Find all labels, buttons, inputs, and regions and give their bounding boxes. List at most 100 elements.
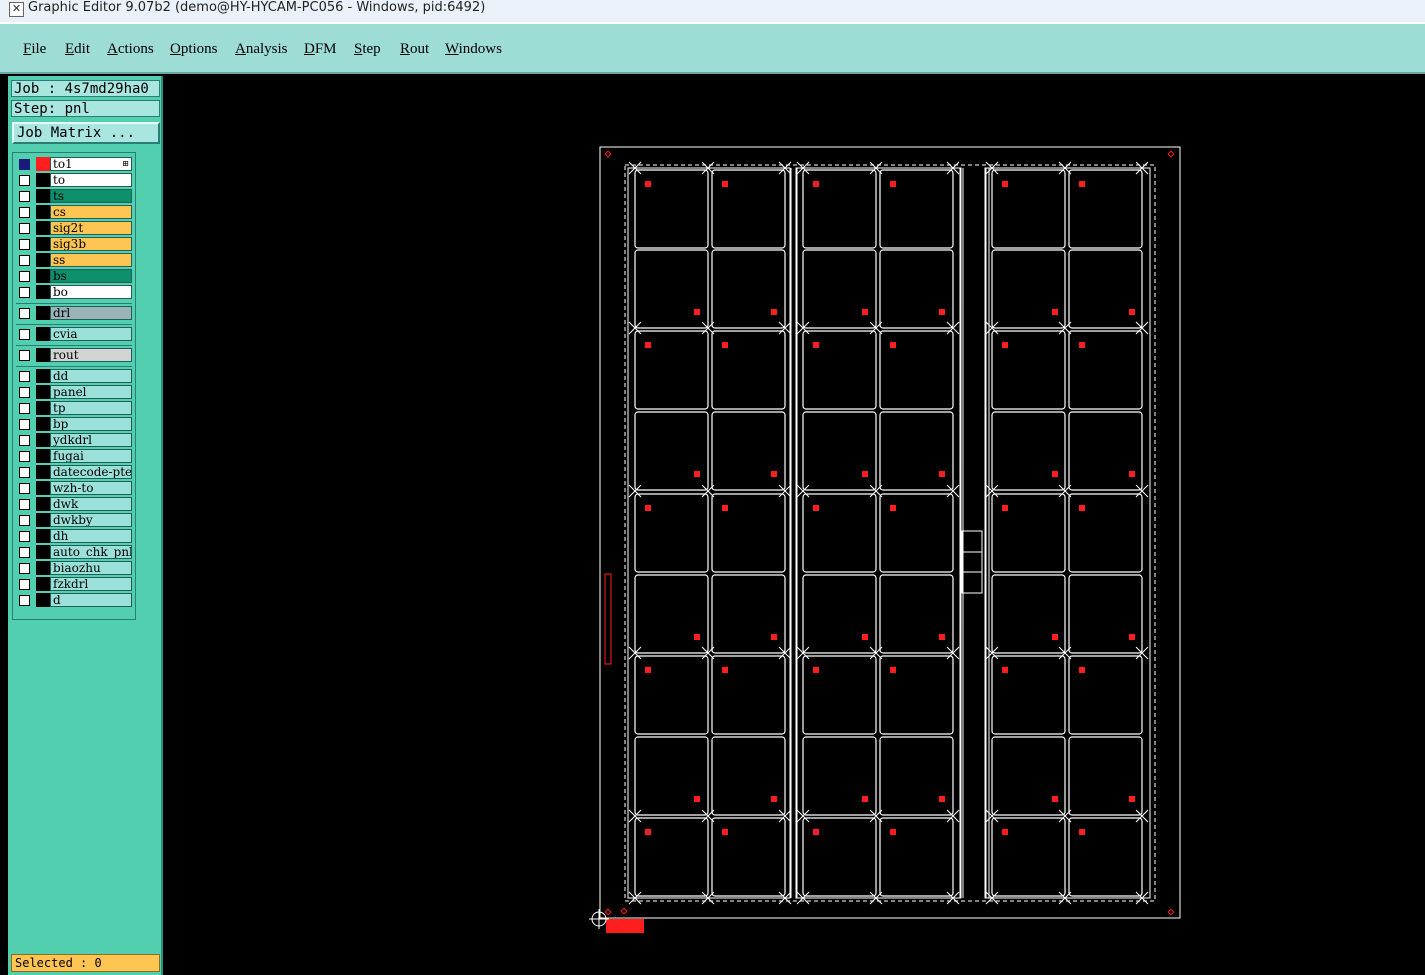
layer-row-datecode-pte[interactable]: datecode-pte bbox=[16, 465, 132, 480]
layer-color-swatch[interactable] bbox=[36, 449, 50, 463]
layer-checkbox[interactable] bbox=[19, 419, 30, 430]
layer-checkbox[interactable] bbox=[19, 467, 30, 478]
layer-checkbox[interactable] bbox=[19, 595, 30, 606]
layer-name[interactable]: bo bbox=[50, 285, 132, 299]
layer-row-wzh-to[interactable]: wzh-to bbox=[16, 481, 132, 496]
layer-name[interactable]: fzkdrl bbox=[50, 577, 132, 591]
layer-row-dd[interactable]: dd bbox=[16, 369, 132, 384]
layer-color-swatch[interactable] bbox=[36, 401, 50, 415]
layer-checkbox[interactable] bbox=[19, 483, 30, 494]
layer-color-swatch[interactable] bbox=[36, 205, 50, 219]
layer-row-dwkby[interactable]: dwkby bbox=[16, 513, 132, 528]
layer-checkbox[interactable] bbox=[19, 350, 30, 361]
layer-checkbox[interactable] bbox=[19, 515, 30, 526]
layer-name[interactable]: ss bbox=[50, 253, 132, 267]
layer-row-bp[interactable]: bp bbox=[16, 417, 132, 432]
layer-name[interactable]: d bbox=[50, 593, 132, 607]
layer-color-swatch[interactable] bbox=[36, 465, 50, 479]
layer-color-swatch[interactable] bbox=[36, 497, 50, 511]
layer-name[interactable]: wzh-to bbox=[50, 481, 132, 495]
layer-name[interactable]: datecode-pte bbox=[50, 465, 132, 479]
layer-checkbox[interactable] bbox=[19, 271, 30, 282]
layer-name[interactable]: biaozhu bbox=[50, 561, 132, 575]
layer-row-to1[interactable]: to1 ⊞ bbox=[16, 157, 132, 172]
layer-row-bo[interactable]: bo bbox=[16, 285, 132, 300]
layer-name[interactable]: to bbox=[50, 173, 132, 187]
layer-checkbox[interactable] bbox=[19, 175, 30, 186]
layer-color-swatch[interactable] bbox=[36, 385, 50, 399]
menu-analysis[interactable]: Analysis bbox=[235, 41, 288, 58]
layer-row-drl[interactable]: drl bbox=[16, 306, 132, 321]
layer-color-swatch[interactable] bbox=[36, 561, 50, 575]
graphics-canvas[interactable] bbox=[163, 76, 1425, 975]
layer-color-swatch[interactable] bbox=[36, 433, 50, 447]
layer-row-bs[interactable]: bs bbox=[16, 269, 132, 284]
job-matrix-button[interactable]: Job Matrix ... bbox=[12, 122, 160, 144]
layer-name[interactable]: panel bbox=[50, 385, 132, 399]
layer-checkbox[interactable] bbox=[19, 255, 30, 266]
layer-name[interactable]: rout bbox=[50, 348, 132, 362]
layer-checkbox[interactable] bbox=[19, 287, 30, 298]
layer-row-panel[interactable]: panel bbox=[16, 385, 132, 400]
layer-color-swatch[interactable] bbox=[36, 417, 50, 431]
layer-name[interactable]: ydkdrl bbox=[50, 433, 132, 447]
expand-icon[interactable]: ⊞ bbox=[122, 158, 129, 170]
layer-checkbox[interactable] bbox=[19, 579, 30, 590]
layer-checkbox[interactable] bbox=[19, 207, 30, 218]
layer-color-swatch[interactable] bbox=[36, 369, 50, 383]
layer-row-to[interactable]: to bbox=[16, 173, 132, 188]
layer-name[interactable]: fugai bbox=[50, 449, 132, 463]
layer-checkbox[interactable] bbox=[19, 499, 30, 510]
layer-color-swatch[interactable] bbox=[36, 513, 50, 527]
layer-color-swatch[interactable] bbox=[36, 593, 50, 607]
layer-row-biaozhu[interactable]: biaozhu bbox=[16, 561, 132, 576]
layer-color-swatch[interactable] bbox=[36, 348, 50, 362]
layer-color-swatch[interactable] bbox=[36, 285, 50, 299]
layer-color-swatch[interactable] bbox=[36, 157, 50, 171]
layer-color-swatch[interactable] bbox=[36, 529, 50, 543]
layer-row-fzkdrl[interactable]: fzkdrl bbox=[16, 577, 132, 592]
layer-row-rout[interactable]: rout bbox=[16, 348, 132, 363]
layer-row-dwk[interactable]: dwk bbox=[16, 497, 132, 512]
app-icon[interactable]: ✕ bbox=[9, 2, 24, 17]
layer-checkbox[interactable] bbox=[19, 531, 30, 542]
layer-checkbox[interactable] bbox=[19, 223, 30, 234]
layer-row-ydkdrl[interactable]: ydkdrl bbox=[16, 433, 132, 448]
layer-checkbox[interactable] bbox=[19, 435, 30, 446]
layer-color-swatch[interactable] bbox=[36, 221, 50, 235]
layer-checkbox[interactable] bbox=[19, 403, 30, 414]
menu-windows[interactable]: Windows bbox=[445, 41, 502, 58]
layer-color-swatch[interactable] bbox=[36, 577, 50, 591]
layer-color-swatch[interactable] bbox=[36, 327, 50, 341]
layer-name[interactable]: tp bbox=[50, 401, 132, 415]
layer-color-swatch[interactable] bbox=[36, 253, 50, 267]
menu-dfm[interactable]: DFM bbox=[304, 41, 337, 58]
menu-file[interactable]: File bbox=[23, 41, 46, 58]
layer-name[interactable]: dwkby bbox=[50, 513, 132, 527]
layer-name[interactable]: drl bbox=[50, 306, 132, 320]
menu-options[interactable]: Options bbox=[170, 41, 218, 58]
panel-drawing[interactable] bbox=[163, 76, 1425, 975]
layer-row-sig2t[interactable]: sig2t bbox=[16, 221, 132, 236]
layer-checkbox[interactable] bbox=[19, 547, 30, 558]
layer-name[interactable]: dd bbox=[50, 369, 132, 383]
layer-name[interactable]: dh bbox=[50, 529, 132, 543]
layer-checkbox[interactable] bbox=[19, 563, 30, 574]
layer-checkbox[interactable] bbox=[19, 451, 30, 462]
layer-checkbox[interactable] bbox=[19, 239, 30, 250]
layer-name[interactable]: to1 ⊞ bbox=[50, 157, 132, 171]
layer-name[interactable]: bs bbox=[50, 269, 132, 283]
layer-row-sig3b[interactable]: sig3b bbox=[16, 237, 132, 252]
menu-edit[interactable]: Edit bbox=[65, 41, 90, 58]
layer-color-swatch[interactable] bbox=[36, 545, 50, 559]
layer-checkbox[interactable] bbox=[19, 371, 30, 382]
layer-name[interactable]: dwk bbox=[50, 497, 132, 511]
layer-color-swatch[interactable] bbox=[36, 237, 50, 251]
layer-checkbox[interactable] bbox=[19, 387, 30, 398]
layer-row-ss[interactable]: ss bbox=[16, 253, 132, 268]
layer-row-auto_chk_pnl[interactable]: auto_chk_pnl bbox=[16, 545, 132, 560]
layer-row-fugai[interactable]: fugai bbox=[16, 449, 132, 464]
menu-actions[interactable]: Actions bbox=[107, 41, 154, 58]
menu-step[interactable]: Step bbox=[354, 41, 381, 58]
layer-name[interactable]: ts bbox=[50, 189, 132, 203]
